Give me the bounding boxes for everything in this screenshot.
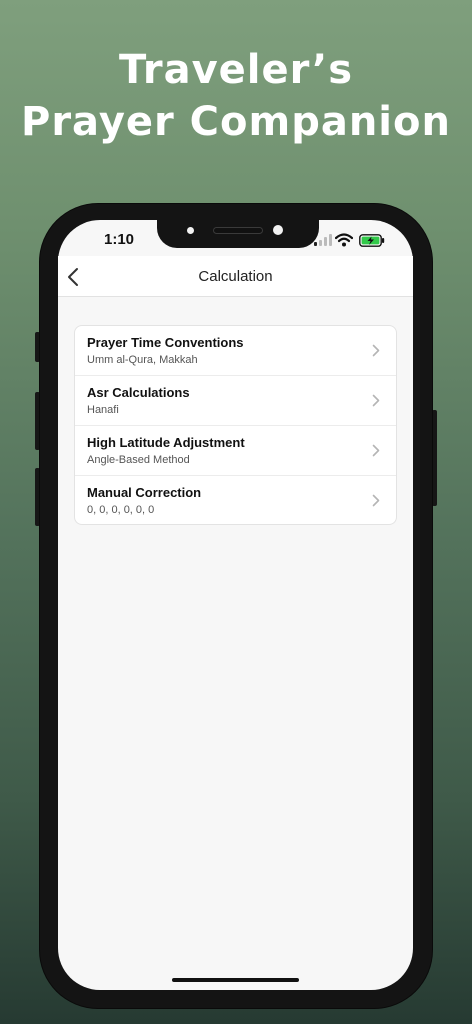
wifi-icon bbox=[335, 233, 353, 247]
setting-value: Umm al-Qura, Makkah bbox=[87, 354, 198, 366]
status-time: 1:10 bbox=[104, 231, 135, 248]
notch-sensor bbox=[187, 227, 194, 234]
calculation-settings-list: Prayer Time Conventions Umm al-Qura, Mak… bbox=[74, 325, 397, 525]
battery-charging-icon bbox=[359, 234, 385, 247]
chevron-right-icon bbox=[372, 344, 380, 357]
front-camera bbox=[273, 225, 283, 235]
phone-power-button bbox=[432, 410, 437, 506]
chevron-right-icon bbox=[372, 494, 380, 507]
setting-value: Angle-Based Method bbox=[87, 454, 190, 466]
setting-title: Asr Calculations bbox=[87, 385, 190, 400]
setting-row-asr-calculations[interactable]: Asr Calculations Hanafi bbox=[75, 376, 396, 426]
promo-headline-line1: Traveler’s bbox=[118, 47, 354, 93]
setting-row-high-latitude-adjustment[interactable]: High Latitude Adjustment Angle-Based Met… bbox=[75, 426, 396, 476]
setting-row-manual-correction[interactable]: Manual Correction 0, 0, 0, 0, 0, 0 bbox=[75, 476, 396, 524]
promo-headline-line2: Prayer Companion bbox=[21, 99, 451, 145]
cellular-signal-icon bbox=[314, 234, 332, 246]
chevron-right-icon bbox=[372, 394, 380, 407]
setting-title: Prayer Time Conventions bbox=[87, 335, 244, 350]
setting-value: 0, 0, 0, 0, 0, 0 bbox=[87, 504, 155, 516]
page-title: Calculation bbox=[198, 268, 273, 285]
chevron-right-icon bbox=[372, 444, 380, 457]
setting-row-prayer-time-conventions[interactable]: Prayer Time Conventions Umm al-Qura, Mak… bbox=[75, 326, 396, 376]
setting-title: High Latitude Adjustment bbox=[87, 435, 245, 450]
notch-speaker bbox=[213, 227, 263, 234]
home-indicator[interactable] bbox=[172, 978, 299, 982]
setting-value: Hanafi bbox=[87, 404, 119, 416]
setting-title: Manual Correction bbox=[87, 485, 202, 500]
